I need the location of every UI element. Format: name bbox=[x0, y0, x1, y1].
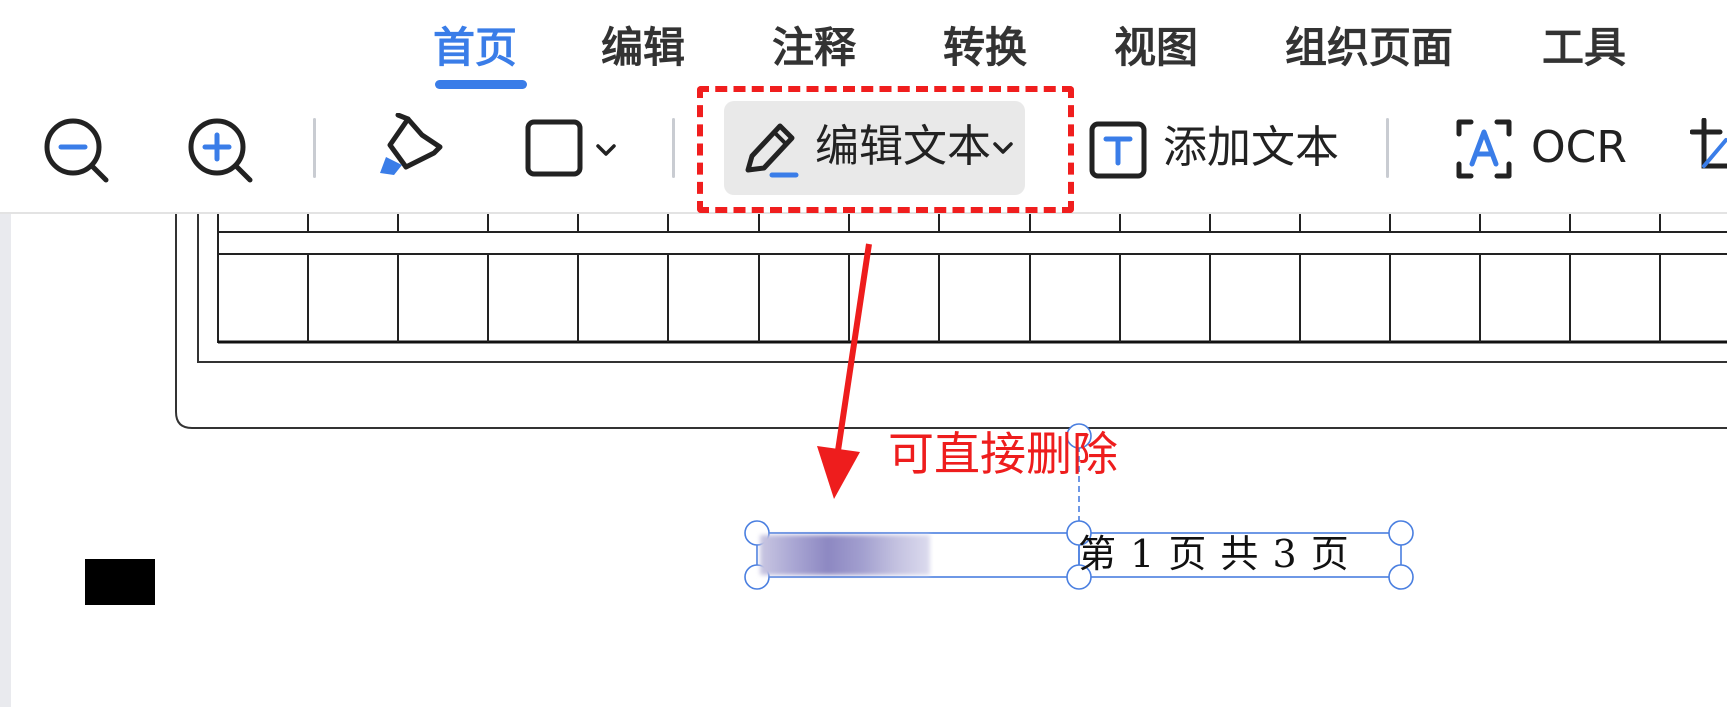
highlighter-button[interactable] bbox=[376, 112, 452, 189]
ocr-button[interactable] bbox=[1455, 118, 1513, 184]
tab-home[interactable]: 首页 bbox=[433, 18, 517, 78]
red-arrow bbox=[817, 243, 872, 499]
top-tab-bar: 首页 编辑 注释 转换 视图 组织页面 工具 bbox=[0, 0, 1727, 90]
add-text-button[interactable] bbox=[1089, 121, 1147, 183]
toolbar-separator bbox=[672, 118, 675, 178]
tab-organize-pages[interactable]: 组织页面 bbox=[1285, 18, 1453, 78]
add-text-label: 添加文本 bbox=[1163, 122, 1339, 173]
text-box-icon bbox=[1089, 121, 1147, 179]
tab-view[interactable]: 视图 bbox=[1114, 18, 1198, 78]
ocr-label: OCR bbox=[1531, 122, 1627, 173]
active-tab-indicator bbox=[435, 80, 527, 89]
shape-tool-button[interactable] bbox=[524, 118, 624, 184]
toolbar-separator bbox=[313, 118, 316, 178]
ocr-scan-icon bbox=[1456, 119, 1512, 179]
annotation-highlight-box bbox=[697, 86, 1074, 213]
page-footer-text[interactable]: 第 1 页 共 3 页 bbox=[1078, 529, 1350, 579]
blurred-text bbox=[760, 535, 930, 575]
zoom-in-button[interactable] bbox=[184, 115, 260, 189]
zoom-out-icon bbox=[44, 118, 109, 183]
annotation-label: 可直接删除 bbox=[888, 427, 1118, 481]
toolbar-separator bbox=[1386, 118, 1389, 178]
crop-button[interactable] bbox=[1689, 117, 1727, 184]
redacted-block bbox=[85, 559, 155, 605]
tab-tools[interactable]: 工具 bbox=[1542, 18, 1626, 78]
zoom-out-button[interactable] bbox=[40, 115, 116, 189]
rectangle-shape-icon bbox=[525, 119, 616, 177]
tab-edit[interactable]: 编辑 bbox=[601, 18, 685, 78]
zoom-in-icon bbox=[188, 118, 253, 183]
tab-annotate[interactable]: 注释 bbox=[772, 18, 856, 78]
highlighter-icon bbox=[380, 112, 443, 175]
crop-icon bbox=[1689, 117, 1727, 169]
tab-convert[interactable]: 转换 bbox=[943, 18, 1027, 78]
document-page-frame bbox=[175, 214, 1727, 590]
